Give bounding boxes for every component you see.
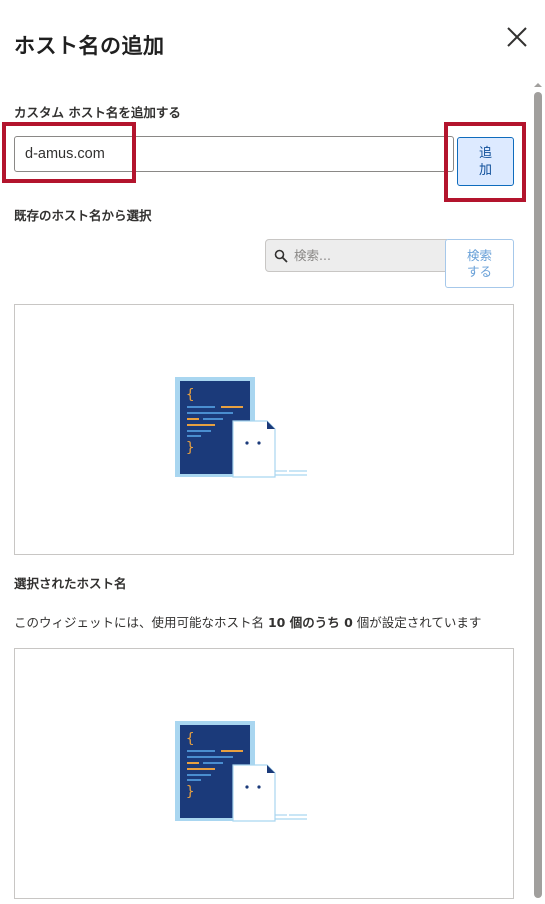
svg-text:}: } [186,784,194,800]
scrollbar-thumb[interactable] [534,92,542,898]
svg-text:}: } [186,440,194,456]
search-button-label: 検索 する [466,247,492,279]
dialog-title: ホスト名の追加 [14,34,165,58]
search-input[interactable] [294,248,434,263]
search-icon [274,249,288,263]
selected-count-description: このウィジェットには、使用可能なホスト名 10 個のうち 0 個が設定されていま… [14,612,481,631]
custom-hostname-label: カスタム ホスト名を追加する [14,105,181,120]
scroll-up-arrow-icon[interactable] [533,80,543,90]
existing-hostnames-panel: { } [14,304,514,555]
total-count: 10 [267,615,286,630]
custom-hostname-input[interactable] [14,136,454,172]
desc-suffix: 個が設定されています [352,615,482,630]
selected-hostname-label: 選択されたホスト名 [14,576,127,591]
search-box [265,239,447,272]
close-button[interactable] [504,24,530,50]
existing-hostname-label: 既存のホスト名から選択 [14,208,152,223]
svg-text:{: { [186,731,194,747]
code-document-icon: { } [175,721,307,822]
desc-mid: 個のうち [285,615,345,630]
add-hostname-button[interactable]: 追 加 [457,137,514,186]
selected-count: 0 [344,615,353,630]
desc-prefix: このウィジェットには、使用可能なホスト名 [14,615,268,630]
search-button[interactable]: 検索 する [445,239,514,288]
close-icon [507,27,527,47]
selected-hostnames-panel: { } [14,648,514,899]
add-button-label: 追 加 [478,145,492,178]
code-document-icon: { } [175,377,307,478]
svg-text:{: { [186,387,194,403]
